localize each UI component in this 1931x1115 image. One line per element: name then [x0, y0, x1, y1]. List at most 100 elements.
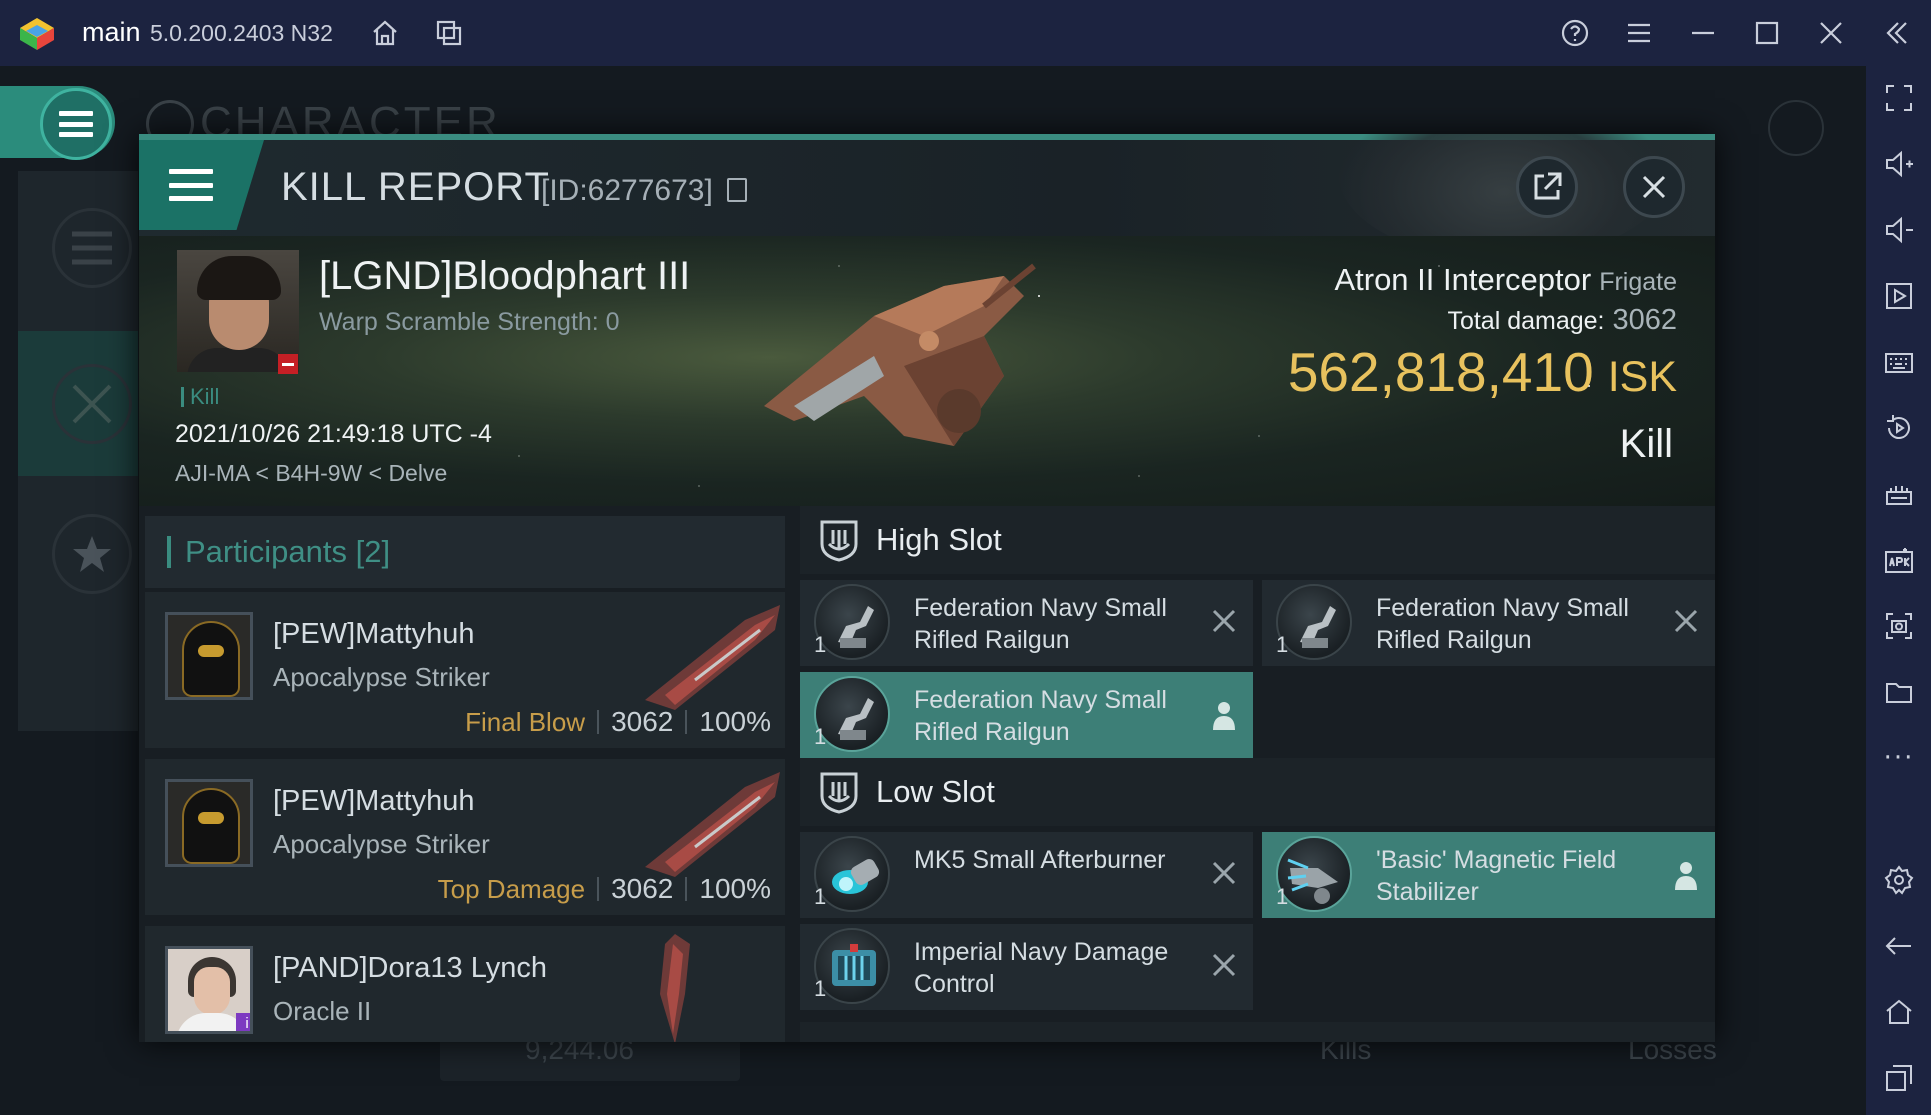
kill-report-id: [ID:6277673]	[541, 174, 713, 207]
item-name: Imperial Navy Damage Control	[914, 938, 1169, 998]
keyboard-icon[interactable]	[1881, 344, 1917, 380]
hamburger-icon	[59, 111, 93, 137]
item-name: MK5 Small Afterburner	[914, 846, 1166, 874]
isk-value: 562,818,410 ISK	[1288, 340, 1677, 404]
multi-instance-icon[interactable]	[432, 16, 466, 50]
external-link-icon	[1534, 172, 1562, 200]
folder-icon[interactable]	[1881, 674, 1917, 710]
participant-row[interactable]: [PEW]Mattyhuh Apocalypse Striker Final B…	[145, 592, 785, 752]
settings-icon[interactable]	[1881, 862, 1917, 898]
volume-down-icon[interactable]	[1881, 212, 1917, 248]
participants-title: Participants [2]	[185, 534, 391, 569]
emulator-sidebar: ···	[1866, 66, 1931, 1115]
kill-location[interactable]: AJI-MA < B4H-9W < Delve	[175, 460, 447, 487]
destroyed-icon	[1209, 858, 1239, 888]
participant-damage: 3062	[611, 873, 674, 904]
participant-ship: Apocalypse Striker	[273, 829, 490, 859]
high-slot-item[interactable]: 1 Federation Navy Small Rifled Railgun	[800, 672, 1253, 758]
high-slot-title: High Slot	[876, 522, 1002, 557]
kill-datetime: 2021/10/26 21:49:18 UTC -4	[175, 420, 492, 448]
close-report-button[interactable]	[1623, 156, 1685, 218]
victim-name[interactable]: [LGND]Bloodphart III	[319, 254, 690, 299]
participants-count: [2]	[355, 534, 391, 569]
isk-amount: 562,818,410	[1287, 341, 1594, 403]
pilot-icon	[1213, 702, 1235, 730]
hamburger-icon	[169, 169, 213, 201]
back-icon[interactable]	[1881, 928, 1917, 964]
rotate-icon[interactable]	[1881, 410, 1917, 446]
kill-report-window: KILL REPORT [ID:6277673] [LGND]Bloodphar…	[139, 134, 1715, 1042]
participant-stats: Final Blow 3062 100%	[465, 706, 771, 738]
low-slot-item[interactable]: 1 Imperial Navy Damage Control	[800, 924, 1253, 1010]
participant-damage: 3062	[611, 706, 674, 737]
more-icon[interactable]: ···	[1881, 740, 1917, 776]
volume-up-icon[interactable]	[1881, 146, 1917, 182]
recent-apps-icon[interactable]	[1881, 1060, 1917, 1096]
high-slot-item[interactable]: 1 Federation Navy Small Rifled Railgun	[1262, 580, 1715, 666]
bg-combat-icon[interactable]	[52, 364, 132, 444]
collapse-sidebar-icon[interactable]	[1880, 16, 1914, 50]
participant-ship-image	[645, 772, 780, 877]
apk-icon[interactable]	[1881, 542, 1917, 578]
participant-stats: Top Damage 3062 100%	[438, 873, 771, 905]
destroyed-icon	[1209, 950, 1239, 980]
screenshot-icon[interactable]	[1881, 608, 1917, 644]
kill-report-menu-button[interactable]	[139, 140, 264, 230]
participant-ship-image	[660, 934, 690, 1042]
item-quantity: 1	[1276, 884, 1289, 909]
total-damage-label: Total damage:	[1447, 307, 1605, 335]
isk-unit: ISK	[1607, 353, 1677, 401]
item-quantity: 1	[814, 884, 827, 909]
high-slot-item[interactable]: 1 Federation Navy Small Rifled Railgun	[800, 580, 1253, 666]
item-name: Federation Navy Small Rifled Railgun	[914, 686, 1167, 746]
bg-star-icon[interactable]	[52, 514, 132, 594]
item-quantity: 1	[1276, 632, 1289, 657]
victim-ship-image	[764, 263, 1036, 446]
total-damage: Total damage: 3062	[1447, 304, 1677, 337]
android-home-icon[interactable]	[1881, 994, 1917, 1030]
share-button[interactable]	[1516, 156, 1578, 218]
ship-class: Frigate	[1599, 268, 1677, 296]
home-icon[interactable]	[368, 16, 402, 50]
participant-ship: Oracle II	[273, 996, 372, 1026]
participant-tag: Final Blow	[465, 707, 586, 737]
participant-row[interactable]: [PEW]Mattyhuh Apocalypse Striker Top Dam…	[145, 759, 785, 919]
destroyed-icon	[1671, 606, 1701, 636]
macro-icon[interactable]	[1881, 476, 1917, 512]
kill-tag: Kill	[181, 384, 219, 410]
victim-ship-name[interactable]: Atron II Interceptor Frigate	[1334, 262, 1677, 298]
item-quantity: 1	[814, 724, 827, 749]
app-logo-icon	[20, 18, 54, 50]
minimize-icon[interactable]	[1686, 16, 1720, 50]
participant-avatar[interactable]	[165, 612, 253, 700]
fullscreen-icon[interactable]	[1881, 80, 1917, 116]
item-name: Federation Navy Small Rifled Railgun	[1376, 594, 1629, 654]
bg-close-icon[interactable]	[1768, 100, 1824, 156]
participant-name[interactable]: [PAND]Dora13 Lynch	[273, 952, 547, 985]
main-menu-button[interactable]	[40, 88, 112, 160]
participant-name[interactable]: [PEW]Mattyhuh	[273, 618, 474, 651]
total-damage-value: 3062	[1612, 304, 1677, 336]
participant-avatar[interactable]: i	[165, 946, 253, 1034]
close-icon[interactable]	[1814, 16, 1848, 50]
empty-slot	[1262, 672, 1715, 758]
low-slot-item[interactable]: 1 'Basic' Magnetic Field Stabilizer	[1262, 832, 1715, 918]
participant-percent: 100%	[699, 873, 771, 904]
close-icon	[1642, 175, 1666, 199]
participant-row[interactable]: i [PAND]Dora13 Lynch Oracle II	[145, 926, 785, 1042]
shield-slot-icon	[820, 520, 858, 562]
item-name: Federation Navy Small Rifled Railgun	[914, 594, 1167, 654]
participant-name[interactable]: [PEW]Mattyhuh	[273, 785, 474, 818]
low-slot-header: Low Slot	[800, 758, 1715, 826]
help-icon[interactable]	[1558, 16, 1592, 50]
item-quantity: 1	[814, 976, 827, 1001]
bg-list-icon[interactable]	[52, 208, 132, 288]
play-icon[interactable]	[1881, 278, 1917, 314]
maximize-icon[interactable]	[1750, 16, 1784, 50]
menu-icon[interactable]	[1622, 16, 1656, 50]
low-slot-item[interactable]: 1 MK5 Small Afterburner	[800, 832, 1253, 918]
copy-icon[interactable]	[727, 178, 747, 202]
kill-result: Kill	[1619, 422, 1673, 466]
participant-avatar[interactable]	[165, 779, 253, 867]
participant-tag: Top Damage	[437, 874, 586, 904]
